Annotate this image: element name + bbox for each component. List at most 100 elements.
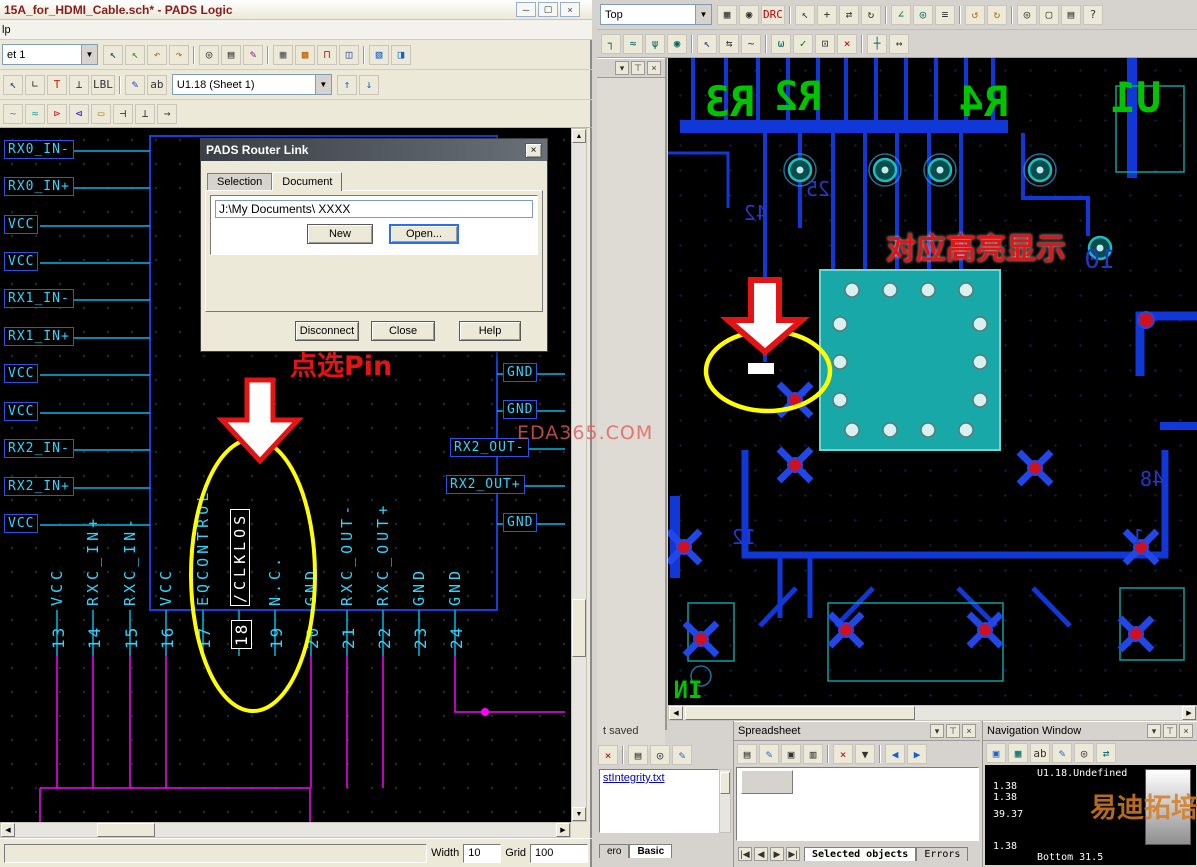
rotate-icon[interactable]: ↻: [860, 4, 881, 25]
offpage-icon[interactable]: →: [157, 103, 177, 124]
bus-icon[interactable]: ≈: [25, 103, 45, 124]
net-label[interactable]: RX2_OUT+: [446, 475, 525, 494]
pcb-canvas[interactable]: R3 R2 R4 U1 IN 42 25 10 12 48 1: [668, 58, 1197, 705]
layer-combobox[interactable]: Top ▼: [600, 4, 712, 25]
scroll-right-icon[interactable]: ▶: [556, 823, 570, 837]
pin-number[interactable]: 15: [122, 626, 141, 649]
net-label[interactable]: VCC: [4, 514, 39, 533]
paste-icon[interactable]: ▥: [803, 744, 823, 764]
pin-name-selected[interactable]: /CLKLOS: [230, 508, 250, 606]
status-width-value[interactable]: 10: [463, 843, 502, 863]
hscroll-thumb[interactable]: [97, 823, 155, 837]
gate-red-icon[interactable]: ⊳: [47, 103, 67, 124]
schematic-vscrollbar[interactable]: ▲ ▼: [571, 128, 587, 822]
gate-icon[interactable]: ⊓: [317, 44, 337, 65]
close-icon[interactable]: ×: [647, 61, 661, 75]
style-icon[interactable]: ✎: [759, 744, 779, 764]
net-label[interactable]: VCC: [4, 252, 39, 271]
side-panel-body[interactable]: [597, 78, 665, 750]
scroll-right-icon[interactable]: ▶: [1182, 706, 1196, 720]
bitmap-icon[interactable]: ▩: [295, 44, 315, 65]
pads-router-link-dialog[interactable]: PADS Router Link × Selection Document Ne…: [200, 138, 548, 352]
brush-icon[interactable]: ✎: [243, 44, 263, 65]
pin-name[interactable]: N.C.: [266, 554, 284, 606]
layers-icon[interactable]: ≡: [934, 4, 955, 25]
pin-number[interactable]: 17: [195, 626, 214, 649]
tab-selection[interactable]: Selection: [207, 172, 273, 190]
chevron-down-icon[interactable]: ▼: [81, 45, 97, 64]
find-icon[interactable]: ◎: [650, 745, 670, 765]
print-icon[interactable]: ▤: [628, 745, 648, 765]
net-label[interactable]: VCC: [4, 215, 39, 234]
scroll-left-icon[interactable]: ◀: [1, 823, 15, 837]
next-record-icon[interactable]: ▶: [770, 847, 784, 861]
close-icon[interactable]: ×: [962, 724, 976, 738]
pin-icon[interactable]: ⊤: [631, 61, 645, 75]
chevron-down-icon[interactable]: ▾: [1147, 724, 1161, 738]
pin-number[interactable]: 13: [49, 626, 68, 649]
close-icon[interactable]: ×: [1179, 724, 1193, 738]
pcb-hscrollbar[interactable]: ◀ ▶: [668, 705, 1197, 721]
select-mode-icon[interactable]: ↖: [3, 74, 23, 95]
connection-wires[interactable]: [39, 656, 565, 822]
grid-icon[interactable]: ▦: [273, 44, 293, 65]
chevron-down-icon[interactable]: ▼: [695, 5, 711, 24]
pin-name[interactable]: EQCONTROL: [194, 489, 212, 606]
report-icon[interactable]: ▤: [1060, 4, 1081, 25]
delete-icon[interactable]: ×: [833, 744, 853, 764]
pin-name[interactable]: VCC: [157, 567, 175, 606]
resistor-icon[interactable]: ▭: [91, 103, 111, 124]
fit-icon[interactable]: ▢: [1038, 4, 1059, 25]
autoroute-icon[interactable]: ≈: [623, 33, 643, 54]
pin-number[interactable]: 21: [339, 626, 358, 649]
move-icon[interactable]: ⇄: [838, 4, 859, 25]
net-label[interactable]: GND: [503, 513, 538, 532]
pin-number[interactable]: 14: [85, 626, 104, 649]
close-button[interactable]: Close: [371, 321, 435, 341]
board-icon[interactable]: ▦: [1008, 743, 1028, 763]
dialog-close-button[interactable]: ×: [525, 142, 542, 158]
open-button[interactable]: Open...: [389, 224, 459, 244]
pin-icon[interactable]: ⊤: [946, 724, 960, 738]
undo-icon[interactable]: ↺: [964, 4, 985, 25]
net-label[interactable]: RX2_IN-: [4, 439, 74, 458]
chevron-down-icon[interactable]: ▾: [930, 724, 944, 738]
add-via-icon[interactable]: ◉: [667, 33, 687, 54]
zoom-in-icon[interactable]: ◎: [1016, 4, 1037, 25]
drc-icon[interactable]: DRC: [761, 4, 785, 25]
scroll-down-icon[interactable]: ▼: [572, 807, 586, 821]
select-nav-icon[interactable]: ▣: [986, 743, 1006, 763]
disconnect-button[interactable]: Disconnect: [295, 321, 359, 341]
sheet-combobox[interactable]: et 1 ▼: [2, 44, 98, 65]
tab-selected-objects[interactable]: Selected objects: [804, 847, 917, 861]
pin-name[interactable]: GND: [410, 567, 428, 606]
route-icon[interactable]: ┐: [601, 33, 621, 54]
net-label[interactable]: GND: [503, 363, 538, 382]
net-label[interactable]: RX0_IN-: [4, 140, 74, 159]
pin-number[interactable]: 23: [411, 626, 430, 649]
previous-gate-icon[interactable]: ↑: [336, 74, 357, 95]
edit-icon[interactable]: ✎: [672, 745, 692, 765]
pin-name[interactable]: RXC_IN-: [121, 515, 139, 606]
tab-errors[interactable]: Errors: [916, 847, 969, 861]
clear-icon[interactable]: ×: [598, 745, 618, 765]
fanout-icon[interactable]: ψ: [645, 33, 665, 54]
output-vscrollbar[interactable]: [719, 769, 731, 833]
preview-icon[interactable]: ◨: [391, 44, 411, 65]
net-label[interactable]: VCC: [4, 402, 39, 421]
sync-icon[interactable]: ⇄: [1096, 743, 1116, 763]
spread-icon[interactable]: ↔: [889, 33, 909, 54]
redo-icon[interactable]: ↷: [169, 44, 189, 65]
undo-icon[interactable]: ↶: [147, 44, 167, 65]
ground2-icon[interactable]: ⊥: [135, 103, 155, 124]
filter-icon[interactable]: ▼: [855, 744, 875, 764]
chevron-down-icon[interactable]: ▼: [314, 75, 331, 94]
wire-icon[interactable]: ~: [3, 103, 23, 124]
tab-document[interactable]: Document: [272, 171, 343, 191]
pin-number-selected[interactable]: 18: [231, 619, 252, 649]
copy-mode-icon[interactable]: ↖: [125, 44, 145, 65]
prev-record-icon[interactable]: ◀: [754, 847, 768, 861]
vscroll-thumb[interactable]: [572, 599, 586, 657]
net-label[interactable]: RX2_OUT-: [450, 438, 529, 457]
output-scroll-thumb[interactable]: [720, 772, 730, 794]
